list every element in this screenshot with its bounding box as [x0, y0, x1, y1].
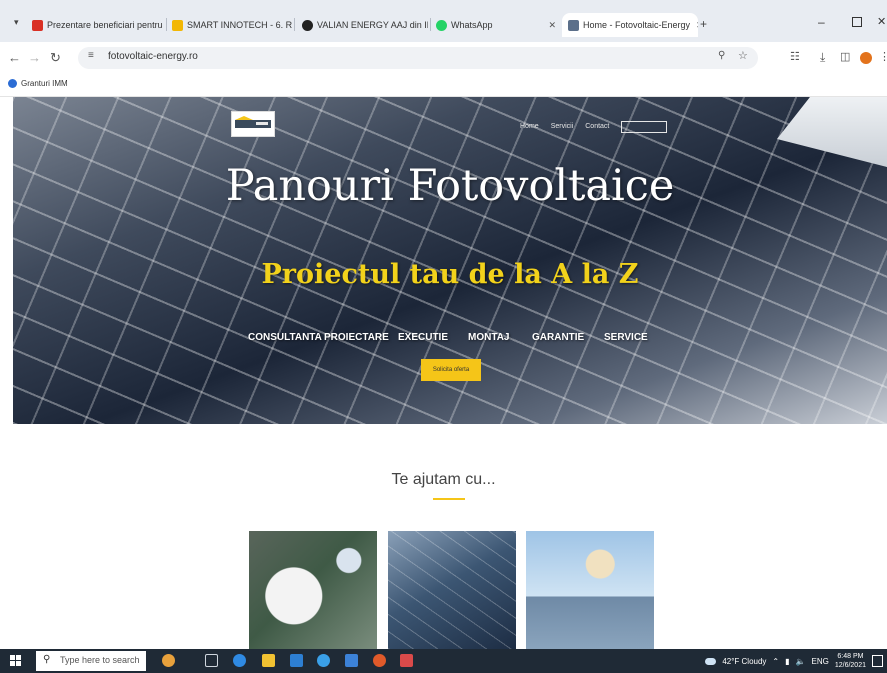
service-executie: EXECUTIE: [398, 332, 449, 343]
request-offer-button[interactable]: Solicita oferta: [421, 359, 481, 381]
address-bar-row: ← → ↻ ≡ fotovoltaic-energy.ro ⚲ ☆ ☷ ⤓ ◫ …: [0, 42, 887, 75]
new-tab-icon[interactable]: +: [700, 17, 707, 31]
tab-smart-innotech[interactable]: SMART INNOTECH - 6. Resur ✕: [172, 13, 292, 37]
profile-avatar[interactable]: [860, 52, 872, 64]
hero-sky: [777, 97, 887, 167]
language-text[interactable]: ENG: [812, 657, 829, 666]
tab-search-chevron-icon[interactable]: ▾: [14, 17, 19, 28]
cloud-icon: [705, 657, 717, 665]
extensions-icon[interactable]: ☷: [790, 50, 800, 63]
forward-icon[interactable]: →: [28, 50, 41, 65]
bookmarks-bar: Granturi IMM: [0, 74, 887, 97]
volume-icon[interactable]: 🔈: [796, 657, 806, 666]
chrome-icon[interactable]: [233, 654, 246, 667]
section-divider: [433, 498, 465, 500]
cortana-icon[interactable]: [162, 654, 175, 667]
store-icon[interactable]: [290, 654, 303, 667]
section-title: Te ajutam cu...: [391, 471, 496, 488]
hero-banner: Home Servicii Contact Panouri Fotovoltai…: [13, 97, 887, 424]
browser-tab-bar: ▾ Prezentare beneficiari pentru ✕ SMART …: [0, 0, 887, 42]
address-input[interactable]: ≡ fotovoltaic-energy.ro ⚲ ☆: [78, 47, 758, 69]
nav-home[interactable]: Home: [520, 123, 539, 133]
maximize-icon[interactable]: [852, 17, 862, 27]
hero-title: Panouri Fotovoltaice: [225, 161, 675, 211]
back-icon[interactable]: ←: [8, 50, 21, 65]
tab-title: WhatsApp: [451, 20, 493, 30]
mail-icon[interactable]: [345, 654, 358, 667]
site-settings-icon[interactable]: ≡: [88, 50, 94, 61]
globe-icon: [8, 79, 17, 88]
task-view-icon[interactable]: [205, 654, 218, 667]
site-nav: Home Servicii Contact: [520, 121, 668, 133]
valian-icon: [302, 19, 313, 31]
site-icon: [568, 19, 579, 31]
close-tab-icon[interactable]: ✕: [548, 20, 556, 31]
tab-title: SMART INNOTECH - 6. Resur: [187, 20, 292, 30]
tab-home-fotovoltaic[interactable]: Home - Fotovoltaic-Energy ✕: [562, 13, 698, 37]
nav-contact[interactable]: Contact: [585, 123, 609, 133]
tab-valian-energy[interactable]: VALIAN ENERGY AAJ din IR ✕: [302, 13, 428, 37]
clock-date: 12/6/2021: [834, 662, 866, 669]
service-garantie: GARANTIE: [532, 332, 585, 343]
smart-icon: [172, 19, 183, 31]
pdf-icon[interactable]: [400, 654, 413, 667]
service-montaj: MONTAJ: [468, 332, 510, 343]
download-icon[interactable]: ⤓: [820, 50, 825, 65]
nav-servicii[interactable]: Servicii: [551, 123, 574, 133]
bookmark-label: Granturi IMM: [21, 79, 68, 88]
notifications-icon[interactable]: [872, 655, 883, 667]
windows-start-icon[interactable]: [10, 655, 22, 667]
site-logo[interactable]: [231, 111, 275, 137]
clock[interactable]: 6:48 PM 12/6/2021: [835, 652, 866, 670]
bookmark-granturi[interactable]: Granturi IMM: [8, 79, 68, 88]
windows-taskbar: ⚲ Type here to search 42°F Cloudy ⌃ ▮ 🔈 …: [0, 649, 887, 673]
services-list: CONSULTANTA PROIECTARE EXECUTIE MONTAJ G…: [248, 332, 648, 343]
search-placeholder: Type here to search: [60, 655, 140, 665]
search-icon: ⚲: [43, 654, 51, 665]
whatsapp-icon: [436, 19, 447, 31]
service-card-panels-image[interactable]: [388, 531, 516, 649]
bookmark-star-icon[interactable]: ☆: [738, 49, 748, 62]
service-consultanta: CONSULTANTA: [248, 332, 322, 343]
tab-prezentare[interactable]: Prezentare beneficiari pentru ✕: [32, 13, 166, 37]
tray-chevron-icon[interactable]: ⌃: [772, 657, 779, 666]
taskbar-search-input[interactable]: ⚲ Type here to search: [36, 651, 146, 671]
url-text: fotovoltaic-energy.ro: [108, 51, 198, 62]
clock-time: 6:48 PM: [837, 653, 864, 660]
tab-title: VALIAN ENERGY AAJ din IR: [317, 20, 428, 30]
tab-title: Prezentare beneficiari pentru: [47, 20, 163, 30]
logo-graphic-icon: [235, 116, 271, 128]
tab-whatsapp[interactable]: WhatsApp ✕: [436, 13, 556, 37]
menu-icon[interactable]: ⋮: [879, 50, 887, 63]
app-icon[interactable]: [373, 654, 386, 667]
network-icon[interactable]: ▮: [785, 657, 789, 666]
zoom-icon[interactable]: ⚲: [718, 50, 725, 61]
close-window-icon[interactable]: ✕: [877, 15, 886, 28]
minimize-icon[interactable]: –: [818, 15, 825, 29]
sidebar-icon[interactable]: ◫: [840, 50, 850, 63]
service-card-engineer-image[interactable]: [526, 531, 654, 649]
hero-subtitle: Proiectul tau de la A la Z: [261, 259, 639, 290]
service-card-consulting-image[interactable]: [249, 531, 377, 649]
weather-text[interactable]: 42°F Cloudy: [722, 657, 766, 666]
service-proiectare: PROIECTARE: [324, 332, 389, 343]
nav-cta-button[interactable]: [621, 121, 668, 133]
file-explorer-icon[interactable]: [262, 654, 275, 667]
service-service: SERVICE: [604, 332, 648, 343]
edge-icon[interactable]: [317, 654, 330, 667]
tab-title: Home - Fotovoltaic-Energy: [583, 20, 691, 30]
reload-icon[interactable]: ↻: [50, 50, 61, 66]
system-tray: 42°F Cloudy ⌃ ▮ 🔈 ENG 6:48 PM 12/6/2021: [705, 649, 883, 673]
close-tab-icon[interactable]: ✕: [696, 20, 698, 31]
gmail-icon: [32, 19, 43, 31]
